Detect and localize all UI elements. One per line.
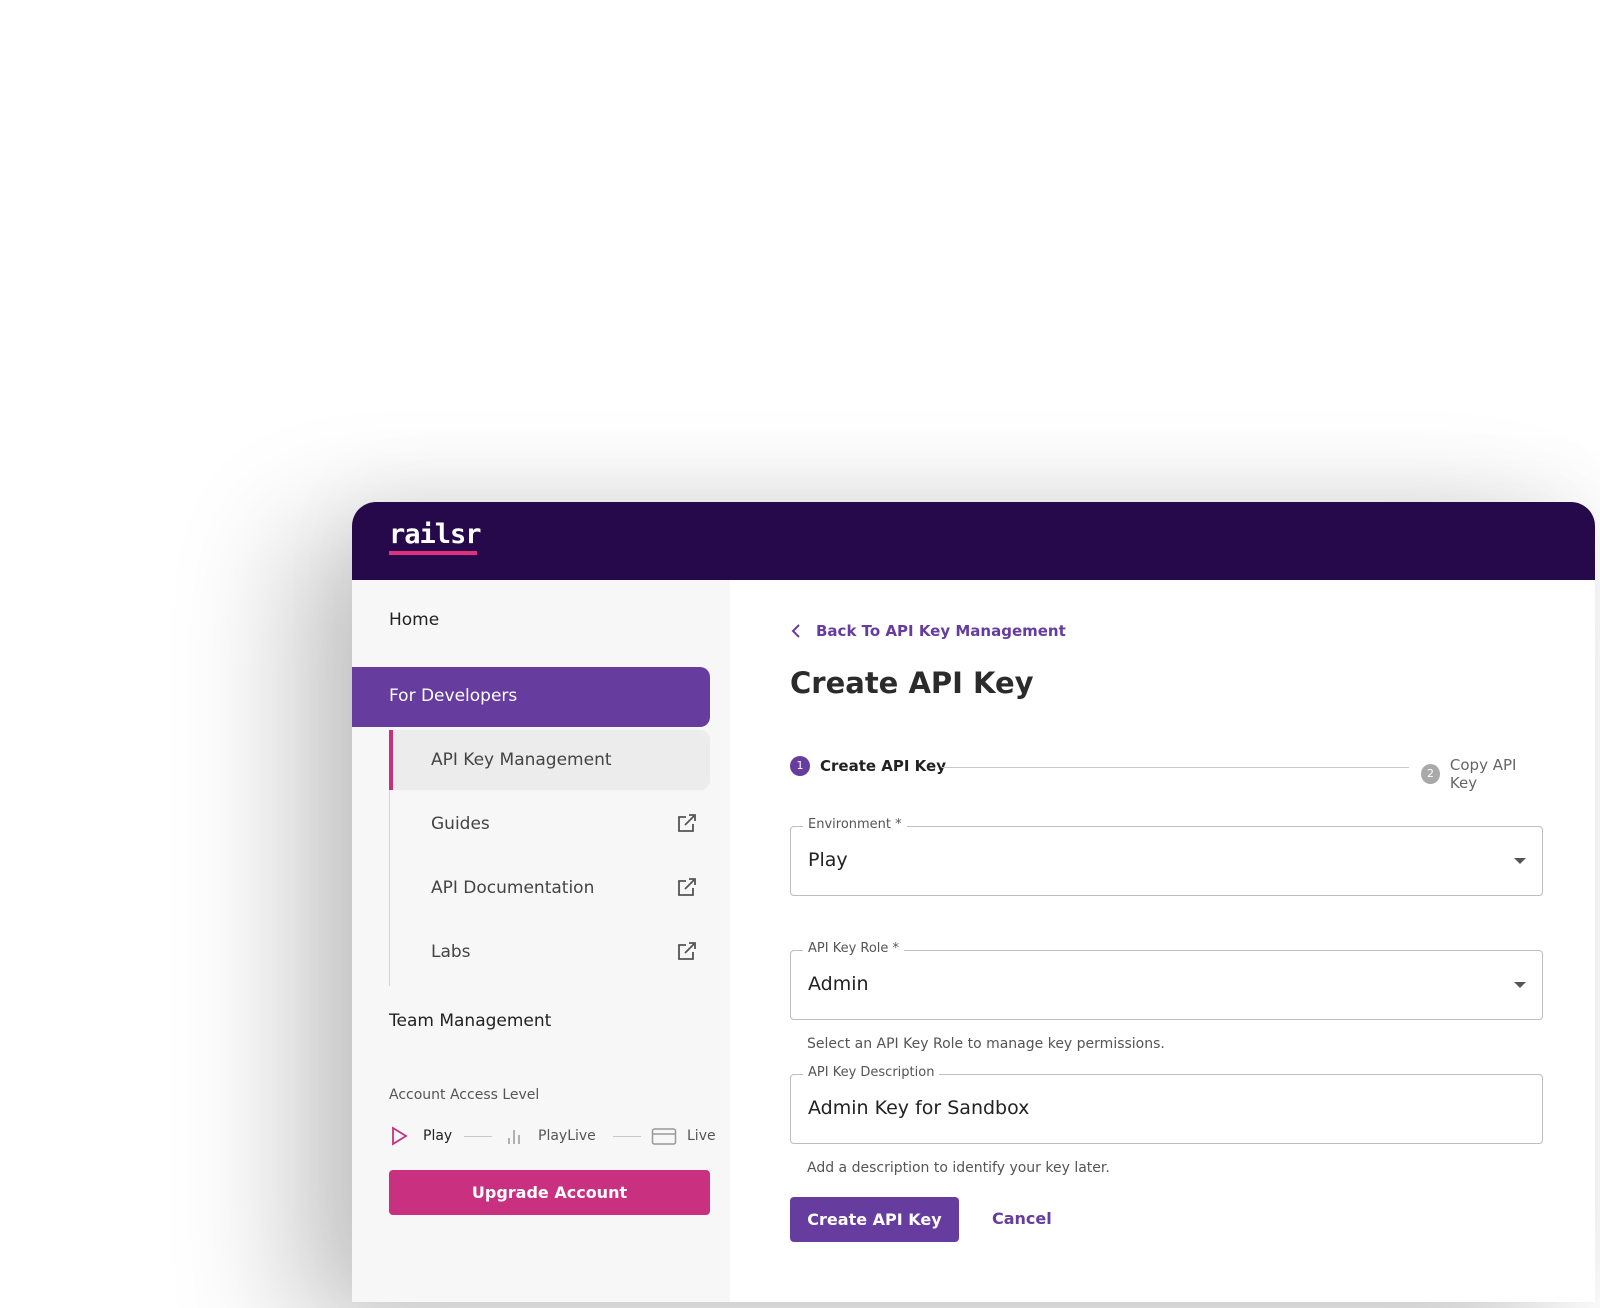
- access-level-separator: [613, 1136, 641, 1137]
- api-key-role-label: API Key Role *: [803, 941, 905, 956]
- sidebar-item-label: API Key Management: [431, 750, 612, 770]
- caret-down-icon: [1514, 982, 1526, 988]
- api-key-description-field[interactable]: API Key Description Admin Key for Sandbo…: [790, 1065, 1543, 1144]
- sidebar-item-labs[interactable]: Labs: [389, 922, 710, 982]
- step-number: 2: [1421, 764, 1440, 784]
- step-connector: [942, 767, 1409, 768]
- access-level-separator: [464, 1136, 492, 1137]
- cancel-button[interactable]: Cancel: [992, 1209, 1052, 1228]
- back-link-label: Back To API Key Management: [816, 622, 1066, 640]
- api-key-role-value: Admin: [808, 973, 869, 995]
- access-level-live: Live: [651, 1124, 716, 1148]
- chevron-left-icon: [791, 624, 800, 638]
- api-key-description-value: Admin Key for Sandbox: [808, 1097, 1030, 1119]
- step-1: 1 Create API Key: [790, 756, 946, 776]
- api-key-role-helper: Select an API Key Role to manage key per…: [807, 1036, 1165, 1052]
- sidebar-item-api-key-management[interactable]: API Key Management: [389, 730, 710, 790]
- access-level-label: Live: [687, 1128, 716, 1144]
- app-window: railsr Home For Developers API Key Manag…: [352, 502, 1595, 1302]
- logo-underline: [389, 551, 477, 555]
- environment-select[interactable]: Environment * Play: [790, 817, 1543, 896]
- step-label: Copy API Key: [1449, 756, 1517, 792]
- api-key-description-helper: Add a description to identify your key l…: [807, 1160, 1110, 1176]
- sidebar: Home For Developers API Key Management G…: [352, 580, 730, 1302]
- access-level-label: Play: [423, 1128, 453, 1144]
- card-icon: [651, 1128, 677, 1145]
- access-level-play: Play: [389, 1124, 452, 1148]
- create-api-key-button[interactable]: Create API Key: [790, 1197, 959, 1242]
- step-number: 1: [790, 756, 810, 776]
- sidebar-item-guides[interactable]: Guides: [389, 794, 710, 854]
- stepper: 1 Create API Key 2 Copy API Key: [790, 756, 1543, 792]
- upgrade-account-button[interactable]: Upgrade Account: [389, 1170, 710, 1215]
- access-level-title: Account Access Level: [389, 1087, 540, 1103]
- access-level-track: Play PlayLive Live: [389, 1124, 716, 1148]
- page-title: Create API Key: [790, 666, 1034, 700]
- sidebar-item-api-documentation[interactable]: API Documentation: [389, 858, 710, 918]
- sidebar-item-team-management[interactable]: Team Management: [389, 1011, 551, 1031]
- sidebar-item-home[interactable]: Home: [389, 610, 439, 630]
- active-indicator: [389, 730, 393, 790]
- logo-text: railsr: [389, 519, 482, 550]
- external-link-icon: [678, 878, 696, 896]
- external-link-icon: [678, 814, 696, 832]
- step-2: 2 Copy API Key: [1421, 756, 1543, 792]
- environment-value: Play: [808, 849, 848, 871]
- sidebar-item-label: API Documentation: [431, 878, 595, 898]
- external-link-icon: [678, 942, 696, 960]
- sidebar-item-label: Guides: [431, 814, 490, 834]
- top-bar: railsr: [352, 502, 1595, 580]
- api-key-role-select[interactable]: API Key Role * Admin: [790, 941, 1543, 1020]
- access-level-label: PlayLive: [538, 1128, 596, 1144]
- main-content: Back To API Key Management Create API Ke…: [730, 580, 1595, 1302]
- caret-down-icon: [1514, 858, 1526, 864]
- sidebar-item-label: Labs: [431, 942, 471, 962]
- bars-icon: [508, 1130, 520, 1144]
- railsr-logo[interactable]: railsr: [389, 519, 482, 555]
- sidebar-item-label: For Developers: [389, 686, 518, 706]
- back-link[interactable]: Back To API Key Management: [790, 622, 1066, 640]
- api-key-description-label: API Key Description: [803, 1065, 940, 1080]
- step-label: Create API Key: [820, 757, 946, 775]
- play-icon: [392, 1126, 408, 1146]
- access-level-playlive: PlayLive: [504, 1124, 596, 1148]
- environment-label: Environment *: [803, 817, 907, 832]
- sidebar-item-for-developers[interactable]: For Developers: [352, 667, 710, 727]
